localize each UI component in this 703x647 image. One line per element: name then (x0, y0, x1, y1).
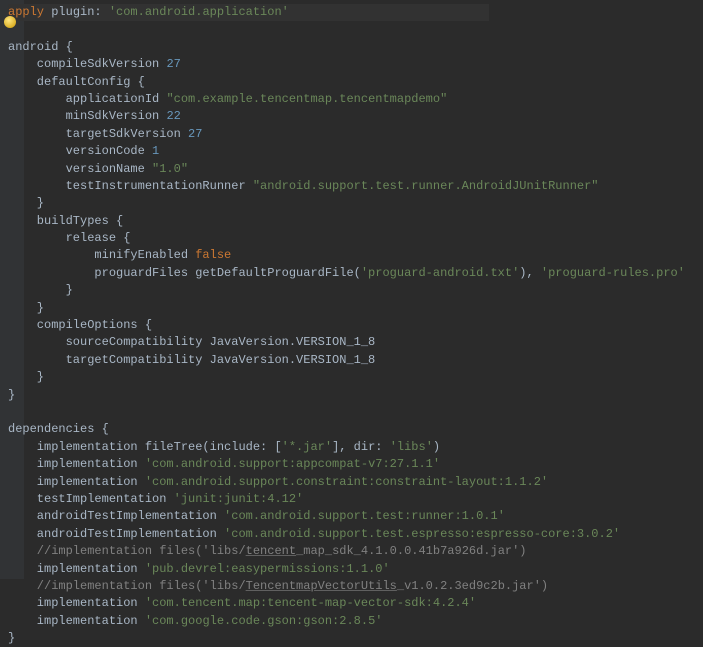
string: "com.example.tencentmap.tencentmapdemo" (166, 92, 447, 106)
block: release { (8, 231, 130, 245)
prop: minSdkVersion (8, 109, 166, 123)
dep: androidTestImplementation (8, 509, 224, 523)
string: 'junit:junit:4.12' (174, 492, 304, 506)
string: 'com.android.support.test.espresso:espre… (224, 527, 620, 541)
prop: testInstrumentationRunner (8, 179, 253, 193)
string: 'com.android.support.test:runner:1.0.1' (224, 509, 505, 523)
dep: implementation fileTree(include: [ (8, 440, 282, 454)
prop: versionCode (8, 144, 152, 158)
prop: targetCompatibility JavaVersion.VERSION_… (8, 353, 375, 367)
comment: //implementation files('libs/ (8, 579, 246, 593)
brace: } (8, 283, 73, 297)
string: 'com.google.code.gson:gson:2.8.5' (145, 614, 383, 628)
string: "android.support.test.runner.AndroidJUni… (253, 179, 599, 193)
number: 27 (188, 127, 202, 141)
brace: } (8, 301, 44, 315)
text: plugin: (44, 5, 109, 19)
brace: } (8, 196, 44, 210)
comment: _map_sdk_4.1.0.0.41b7a926d.jar') (296, 544, 526, 558)
block: defaultConfig { (8, 75, 145, 89)
string: '*.jar' (282, 440, 332, 454)
text: ) (433, 440, 440, 454)
dep: implementation (8, 562, 145, 576)
string: 'com.tencent.map:tencent-map-vector-sdk:… (145, 596, 476, 610)
prop: proguardFiles getDefaultProguardFile( (8, 266, 361, 280)
block-android: android { (8, 40, 73, 54)
comment: _v1.0.2.3ed9c2b.jar') (397, 579, 548, 593)
number: 27 (166, 57, 180, 71)
block: compileOptions { (8, 318, 152, 332)
comment: //implementation files('libs/ (8, 544, 246, 558)
string: 'com.android.application' (109, 5, 289, 19)
string: "1.0" (152, 162, 188, 176)
comment-underlined: tencent (246, 544, 296, 558)
boolean: false (195, 248, 231, 262)
prop: applicationId (8, 92, 166, 106)
prop: compileSdkVersion (8, 57, 166, 71)
prop: targetSdkVersion (8, 127, 188, 141)
string: 'proguard-rules.pro' (541, 266, 685, 280)
comment-underlined: TencentmapVectorUtils (246, 579, 397, 593)
string: 'com.android.support.constraint:constrai… (145, 475, 548, 489)
string: 'com.android.support:appcompat-v7:27.1.1… (145, 457, 440, 471)
brace: } (8, 631, 15, 645)
block: buildTypes { (8, 214, 123, 228)
text: ), (519, 266, 541, 280)
block-dependencies: dependencies { (8, 422, 109, 436)
dep: implementation (8, 596, 145, 610)
brace: } (8, 370, 44, 384)
number: 1 (152, 144, 159, 158)
text: ], dir: (332, 440, 390, 454)
prop: minifyEnabled (8, 248, 195, 262)
brace: } (8, 388, 15, 402)
string: 'pub.devrel:easypermissions:1.1.0' (145, 562, 390, 576)
dep: implementation (8, 457, 145, 471)
dep: implementation (8, 614, 145, 628)
code-editor[interactable]: apply plugin: 'com.android.application' … (8, 4, 703, 647)
string: 'libs' (390, 440, 433, 454)
string: 'proguard-android.txt' (361, 266, 519, 280)
number: 22 (166, 109, 180, 123)
lightbulb-icon[interactable] (4, 16, 16, 28)
dep: implementation (8, 475, 145, 489)
dep: testImplementation (8, 492, 174, 506)
prop: versionName (8, 162, 152, 176)
dep: androidTestImplementation (8, 527, 224, 541)
prop: sourceCompatibility JavaVersion.VERSION_… (8, 335, 375, 349)
